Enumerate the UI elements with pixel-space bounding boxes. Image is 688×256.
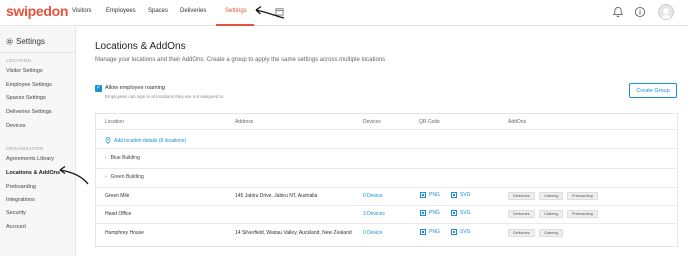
sidebar-item-spaces-settings[interactable]: Spaces Settings — [6, 95, 46, 101]
addon-tag: Catering — [539, 210, 564, 218]
sidebar: Settings LOCATION Visitor Settings Emplo… — [0, 27, 76, 256]
annotation-arrow-icon — [255, 5, 285, 19]
devices-link[interactable]: 0 Device — [363, 193, 382, 199]
qr-format: PNG — [429, 210, 440, 216]
qr-format: PNG — [429, 192, 440, 198]
avatar[interactable] — [658, 4, 674, 20]
sidebar-item-visitor-settings[interactable]: Visitor Settings — [6, 68, 43, 74]
addon-tag: Catering — [539, 229, 564, 237]
group-row-green-building[interactable]: › Green Building — [105, 174, 144, 180]
qr-code-icon — [420, 210, 426, 216]
app-logo[interactable]: swipedon — [6, 3, 68, 19]
page-title: Locations & AddOns — [95, 41, 186, 52]
qr-code-icon — [420, 192, 426, 198]
nav-settings[interactable]: Settings — [225, 8, 247, 14]
sidebar-heading-organization: ORGANIZATION — [6, 146, 44, 151]
sidebar-title: Settings — [6, 37, 45, 46]
roaming-checkbox[interactable]: ✓ — [95, 85, 102, 92]
qr-code-icon — [451, 192, 457, 198]
sidebar-item-integrations[interactable]: Integrations — [6, 197, 35, 203]
addon-tag: Catering — [539, 192, 564, 200]
qr-format: PNG — [429, 229, 440, 235]
col-header-addons: AddOns — [508, 119, 527, 125]
sidebar-item-devices[interactable]: Devices — [6, 123, 26, 129]
qr-png-download[interactable]: PNG — [420, 192, 440, 198]
col-header-qr-code: QR Code — [419, 119, 440, 125]
addon-tag: Deliveries — [508, 229, 535, 237]
row-divider — [95, 223, 678, 224]
annotation-arrow-icon — [59, 165, 89, 185]
gear-icon — [6, 38, 13, 45]
qr-code-icon — [451, 210, 457, 216]
roaming-description: Employees can sign in at locations they … — [105, 94, 224, 99]
addon-tag: Preboarding — [567, 192, 598, 200]
roaming-label: Allow employee roaming — [105, 85, 165, 91]
location-name[interactable]: Humphrey House — [105, 230, 144, 236]
page-subtitle: Manage your locations and their AddOns. … — [95, 57, 386, 63]
row-divider — [95, 148, 678, 149]
group-name: Green Building — [110, 174, 144, 180]
row-divider — [95, 129, 678, 130]
add-location-link[interactable]: Add location details (8 locations) — [105, 137, 186, 144]
qr-png-download[interactable]: PNG — [420, 210, 440, 216]
bell-icon[interactable] — [612, 6, 624, 18]
locations-table — [95, 113, 678, 247]
top-nav: swipedon Visitors Employees Spaces Deliv… — [0, 0, 688, 26]
nav-employees[interactable]: Employees — [106, 8, 136, 14]
nav-active-indicator — [216, 24, 254, 26]
location-pin-icon — [105, 137, 111, 144]
qr-format: SVG — [460, 192, 471, 198]
chevron-right-icon: › — [105, 174, 107, 180]
qr-svg-download[interactable]: SVG — [451, 210, 471, 216]
group-row-blue-building[interactable]: › Blue Building — [105, 155, 140, 161]
row-divider — [95, 187, 678, 188]
col-header-devices: Devices — [363, 119, 381, 125]
sidebar-item-employee-settings[interactable]: Employee Settings — [6, 82, 52, 88]
sidebar-item-account[interactable]: Account — [6, 224, 26, 230]
nav-deliveries[interactable]: Deliveries — [180, 8, 206, 14]
row-divider — [95, 168, 678, 169]
qr-png-download[interactable]: PNG — [420, 229, 440, 235]
main-content: Locations & AddOns Manage your locations… — [77, 27, 688, 256]
location-name[interactable]: Head Office — [105, 211, 131, 217]
col-header-location: Location — [105, 119, 124, 125]
qr-code-icon — [420, 229, 426, 235]
devices-link[interactable]: 0 Device — [363, 230, 382, 236]
qr-svg-download[interactable]: SVG — [451, 192, 471, 198]
sidebar-title-label: Settings — [16, 37, 45, 46]
sidebar-heading-location: LOCATION — [6, 58, 32, 63]
location-name[interactable]: Green Mile — [105, 193, 129, 199]
help-icon[interactable] — [634, 6, 646, 18]
chevron-right-icon: › — [105, 155, 107, 161]
addon-tag: Deliveries — [508, 210, 535, 218]
create-group-button[interactable]: Create Group — [629, 83, 677, 98]
sidebar-item-deliveries-settings[interactable]: Deliveries Settings — [6, 109, 52, 115]
qr-svg-download[interactable]: SVG — [451, 229, 471, 235]
sidebar-item-preboarding[interactable]: Preboarding — [6, 184, 36, 190]
addon-tag: Preboarding — [567, 210, 598, 218]
sidebar-item-security[interactable]: Security — [6, 210, 26, 216]
addon-tag: Deliveries — [508, 192, 535, 200]
row-divider — [95, 205, 678, 206]
sidebar-divider — [0, 52, 76, 53]
nav-visitors[interactable]: Visitors — [72, 8, 92, 14]
sidebar-item-agreements-library[interactable]: Agreements Library — [6, 156, 54, 162]
qr-format: SVG — [460, 229, 471, 235]
location-address: 14 Silverfield, Wairau Valley, Auckland,… — [235, 230, 352, 236]
col-header-address: Address — [235, 119, 254, 125]
qr-format: SVG — [460, 210, 471, 216]
qr-code-icon — [451, 229, 457, 235]
add-location-label: Add location details (8 locations) — [114, 137, 186, 144]
location-address: 145 Jabiru Drive, Jabiru NT, Australia — [235, 193, 318, 199]
devices-link[interactable]: 3 Devices — [363, 211, 385, 217]
nav-spaces[interactable]: Spaces — [148, 8, 168, 14]
sidebar-item-locations-addons[interactable]: Locations & AddOns — [6, 170, 60, 176]
group-name: Blue Building — [110, 155, 140, 161]
